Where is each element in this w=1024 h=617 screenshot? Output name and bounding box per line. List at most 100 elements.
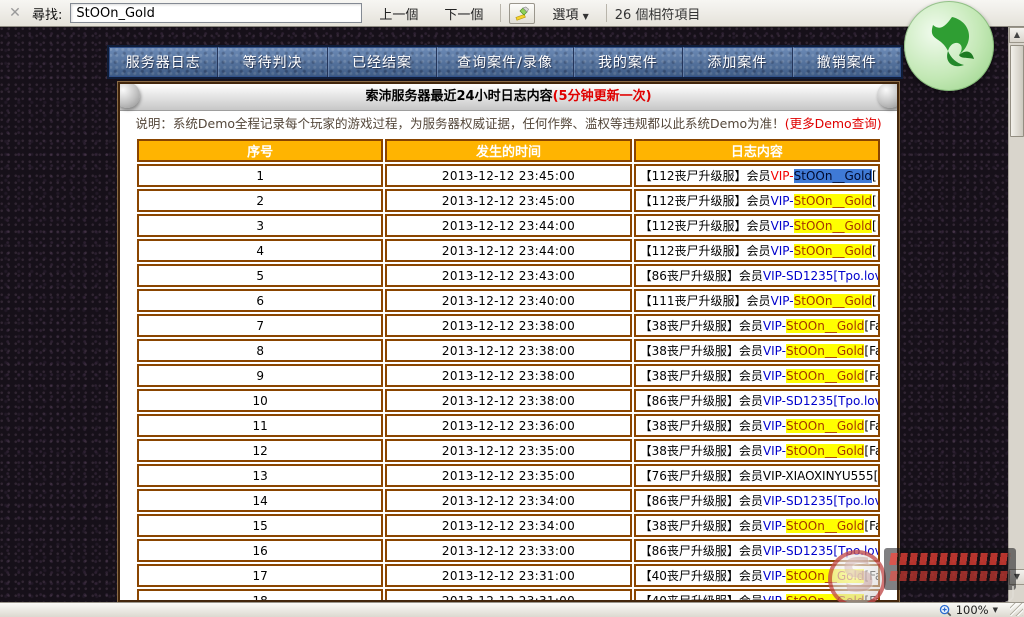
row-timestamp: 2013-12-12 23:31:00 <box>385 564 631 587</box>
log-text: [Fast购买解药给玩家VIP-HaRdIyyyyyy <box>872 194 880 208</box>
log-content: 【38丧尸升级服】会员VIP-StOOn__Gold[Fast购买OP权限把玩家… <box>634 514 880 537</box>
log-text: 【86丧尸升级服】会员 <box>640 544 763 558</box>
log-text: 【86丧尸升级服】会员 <box>640 269 763 283</box>
row-number: 9 <box>137 364 383 387</box>
panel-title-band: 索沛服务器最近24小时日志内容(5分钟更新一次) <box>120 84 897 111</box>
vip-prefix-link[interactable]: VIP- <box>763 569 786 583</box>
log-text: [Fast购买OP权限把玩家VIP-HaRdIyyyyyy的臭嘴封住了 <box>872 169 880 183</box>
log-content: 【112丧尸升级服】会员VIP-StOOn__Gold[Fast购买OP权限把玩… <box>634 239 880 262</box>
log-text: 【86丧尸升级服】会员 <box>640 394 763 408</box>
search-match-highlight: StOOn__Gold <box>794 294 872 308</box>
log-row: 92013-12-12 23:38:00【38丧尸升级服】会员VIP-StOOn… <box>137 364 880 387</box>
vip-prefix-link[interactable]: VIP- <box>771 169 794 183</box>
find-bar: ✕ 尋找: 上一個 下一個 選項 ▼ 26 個相符項目 <box>0 0 1024 27</box>
player-name-link[interactable]: VIP-SD1235[Tpo.love] <box>763 544 880 558</box>
player-name-link[interactable]: VIP-SD1235[Tpo.love] <box>763 394 880 408</box>
divider <box>606 4 607 22</box>
nav-tab-2[interactable]: 等待判决 <box>218 47 327 77</box>
row-number: 18 <box>137 589 383 602</box>
content-panel: 索沛服务器最近24小时日志内容(5分钟更新一次) 说明：系统Demo全程记录每个… <box>118 82 899 602</box>
log-text: 【38丧尸升级服】会员 <box>640 519 763 533</box>
row-timestamp: 2013-12-12 23:35:00 <box>385 464 631 487</box>
find-options-button[interactable]: 選項 ▼ <box>543 1 597 26</box>
vip-prefix-link[interactable]: VIP- <box>771 219 794 233</box>
log-text: 【40丧尸升级服】会员 <box>640 594 763 602</box>
log-row: 22013-12-12 23:45:00【112丧尸升级服】会员VIP-StOO… <box>137 189 880 212</box>
find-input[interactable] <box>70 3 362 23</box>
log-text: 【86丧尸升级服】会员 <box>640 494 763 508</box>
vip-prefix-link[interactable]: VIP- <box>763 594 786 602</box>
zoom-control[interactable]: 100% ▼ <box>939 603 998 617</box>
vertical-scrollbar[interactable]: ▲ ▼ <box>1008 27 1024 602</box>
search-match-highlight: StOOn__Gold <box>794 194 872 208</box>
row-timestamp: 2013-12-12 23:43:00 <box>385 264 631 287</box>
player-name-link[interactable]: VIP-SD1235[Tpo.love] <box>763 494 880 508</box>
more-demo-link[interactable]: (更多Demo查询) <box>785 116 882 131</box>
log-text: [Fast购买OP权限把玩家 <box>864 594 880 602</box>
highlighter-pen-icon <box>514 5 530 21</box>
row-timestamp: 2013-12-12 23:31:00 <box>385 589 631 602</box>
scrollbar-thumb[interactable] <box>1010 45 1024 137</box>
log-text: 【111丧尸升级服】会员 <box>640 294 771 308</box>
vip-prefix-link[interactable]: VIP- <box>771 244 794 258</box>
row-number: 1 <box>137 164 383 187</box>
resize-grip[interactable] <box>1010 603 1023 616</box>
row-timestamp: 2013-12-12 23:45:00 <box>385 189 631 212</box>
row-timestamp: 2013-12-12 23:38:00 <box>385 364 631 387</box>
vip-prefix-link[interactable]: VIP- <box>763 369 786 383</box>
row-number: 5 <box>137 264 383 287</box>
vip-prefix-link[interactable]: VIP- <box>763 344 786 358</box>
vip-prefix-link[interactable]: VIP- <box>763 519 786 533</box>
log-content: 【38丧尸升级服】会员VIP-StOOn__Gold[Fast购买OP权限把玩家… <box>634 339 880 362</box>
highlight-all-button[interactable] <box>509 3 535 24</box>
row-timestamp: 2013-12-12 23:34:00 <box>385 514 631 537</box>
log-text: 【112丧尸升级服】会员 <box>640 219 771 233</box>
column-header: 日志内容 <box>634 139 880 162</box>
nav-tab-4[interactable]: 查询案件/录像 <box>437 47 574 77</box>
search-match-highlight: StOOn__Gold <box>786 319 864 333</box>
scroll-up-arrow-icon[interactable]: ▲ <box>1009 27 1024 43</box>
vip-prefix-link[interactable]: VIP- <box>763 444 786 458</box>
find-next-button[interactable]: 下一個 <box>435 1 492 26</box>
log-row: 132013-12-12 23:35:00【76丧尸升级服】会员VIP-XIAO… <box>137 464 880 487</box>
vip-prefix-link[interactable]: VIP- <box>771 194 794 208</box>
vip-prefix-link[interactable]: VIP- <box>763 319 786 333</box>
log-text: 【38丧尸升级服】会员 <box>640 319 763 333</box>
scroll-down-arrow-icon[interactable]: ▼ <box>1009 569 1024 585</box>
row-timestamp: 2013-12-12 23:44:00 <box>385 239 631 262</box>
row-number: 13 <box>137 464 383 487</box>
row-timestamp: 2013-12-12 23:38:00 <box>385 314 631 337</box>
row-number: 12 <box>137 439 383 462</box>
find-previous-button[interactable]: 上一個 <box>370 1 427 26</box>
search-match-highlight: StOOn__Gold <box>786 369 864 383</box>
row-number: 7 <box>137 314 383 337</box>
row-number: 6 <box>137 289 383 312</box>
log-row: 12013-12-12 23:45:00【112丧尸升级服】会员VIP-StOO… <box>137 164 880 187</box>
log-text: [Fast购买OP权限把玩家VIP-Golden_TigEr的臭嘴封住了 <box>872 294 880 308</box>
zoom-level: 100% <box>956 603 989 617</box>
row-number: 17 <box>137 564 383 587</box>
row-number: 16 <box>137 539 383 562</box>
log-content: 【38丧尸升级服】会员VIP-StOOn__Gold[Fast购买OP权限把玩家… <box>634 439 880 462</box>
row-timestamp: 2013-12-12 23:34:00 <box>385 489 631 512</box>
match-count: 26 個相符項目 <box>615 4 701 23</box>
nav-tab-6[interactable]: 添加案件 <box>683 47 792 77</box>
vip-prefix-link[interactable]: VIP- <box>771 294 794 308</box>
player-name-link[interactable]: VIP-SD1235[Tpo.love] <box>763 269 880 283</box>
row-timestamp: 2013-12-12 23:40:00 <box>385 289 631 312</box>
nav-tab-3[interactable]: 已经结案 <box>328 47 437 77</box>
row-timestamp: 2013-12-12 23:35:00 <box>385 439 631 462</box>
row-timestamp: 2013-12-12 23:44:00 <box>385 214 631 237</box>
row-number: 3 <box>137 214 383 237</box>
log-row: 122013-12-12 23:35:00【38丧尸升级服】会员VIP-StOO… <box>137 439 880 462</box>
log-row: 102013-12-12 23:38:00【86丧尸升级服】会员VIP-SD12… <box>137 389 880 412</box>
search-match-active: StOOn__Gold <box>794 169 872 183</box>
vip-prefix-link[interactable]: VIP- <box>763 419 786 433</box>
log-content: 【112丧尸升级服】会员VIP-StOOn__Gold[Fast购买OP权限把玩… <box>634 214 880 237</box>
log-text: 【38丧尸升级服】会员 <box>640 344 763 358</box>
nav-tab-7[interactable]: 撤销案件 <box>793 47 901 77</box>
close-icon[interactable]: ✕ <box>6 5 24 21</box>
log-row: 142013-12-12 23:34:00【86丧尸升级服】会员VIP-SD12… <box>137 489 880 512</box>
nav-tab-1[interactable]: 服务器日志 <box>109 47 218 77</box>
nav-tab-5[interactable]: 我的案件 <box>574 47 683 77</box>
